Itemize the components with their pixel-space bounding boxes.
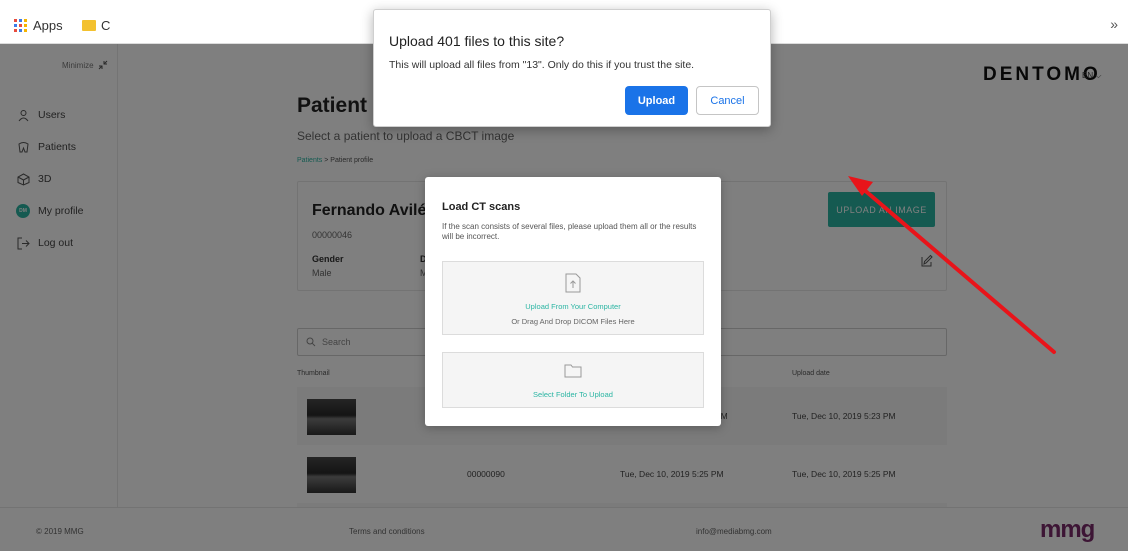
- dialog-upload-button[interactable]: Upload: [625, 86, 688, 115]
- bookmark-folder-label: C: [101, 18, 111, 33]
- apps-shortcut[interactable]: Apps: [14, 18, 63, 33]
- select-folder-link[interactable]: Select Folder To Upload: [443, 390, 703, 399]
- file-upload-icon: [565, 273, 581, 293]
- folder-dropzone[interactable]: Select Folder To Upload: [442, 352, 704, 408]
- upload-confirm-dialog: Upload 401 files to this site? This will…: [373, 9, 771, 127]
- folder-icon: [82, 20, 96, 31]
- modal-description: If the scan consists of several files, p…: [442, 222, 697, 241]
- dialog-message: This will upload all files from "13". On…: [389, 59, 695, 71]
- bookmark-folder[interactable]: C: [82, 18, 110, 33]
- apps-grid-icon: [14, 19, 27, 32]
- more-bookmarks-button[interactable]: »: [1110, 16, 1118, 32]
- load-ct-scans-modal: Load CT scans If the scan consists of se…: [425, 177, 721, 426]
- apps-label: Apps: [33, 18, 63, 33]
- drag-drop-hint: Or Drag And Drop DICOM Files Here: [511, 317, 635, 326]
- upload-from-computer-link[interactable]: Upload From Your Computer: [443, 302, 703, 311]
- dialog-title: Upload 401 files to this site?: [389, 33, 565, 49]
- modal-title: Load CT scans: [442, 201, 521, 213]
- dialog-cancel-button[interactable]: Cancel: [696, 86, 759, 115]
- file-dropzone[interactable]: Upload From Your Computer Or Drag And Dr…: [442, 261, 704, 335]
- folder-icon: [564, 364, 582, 378]
